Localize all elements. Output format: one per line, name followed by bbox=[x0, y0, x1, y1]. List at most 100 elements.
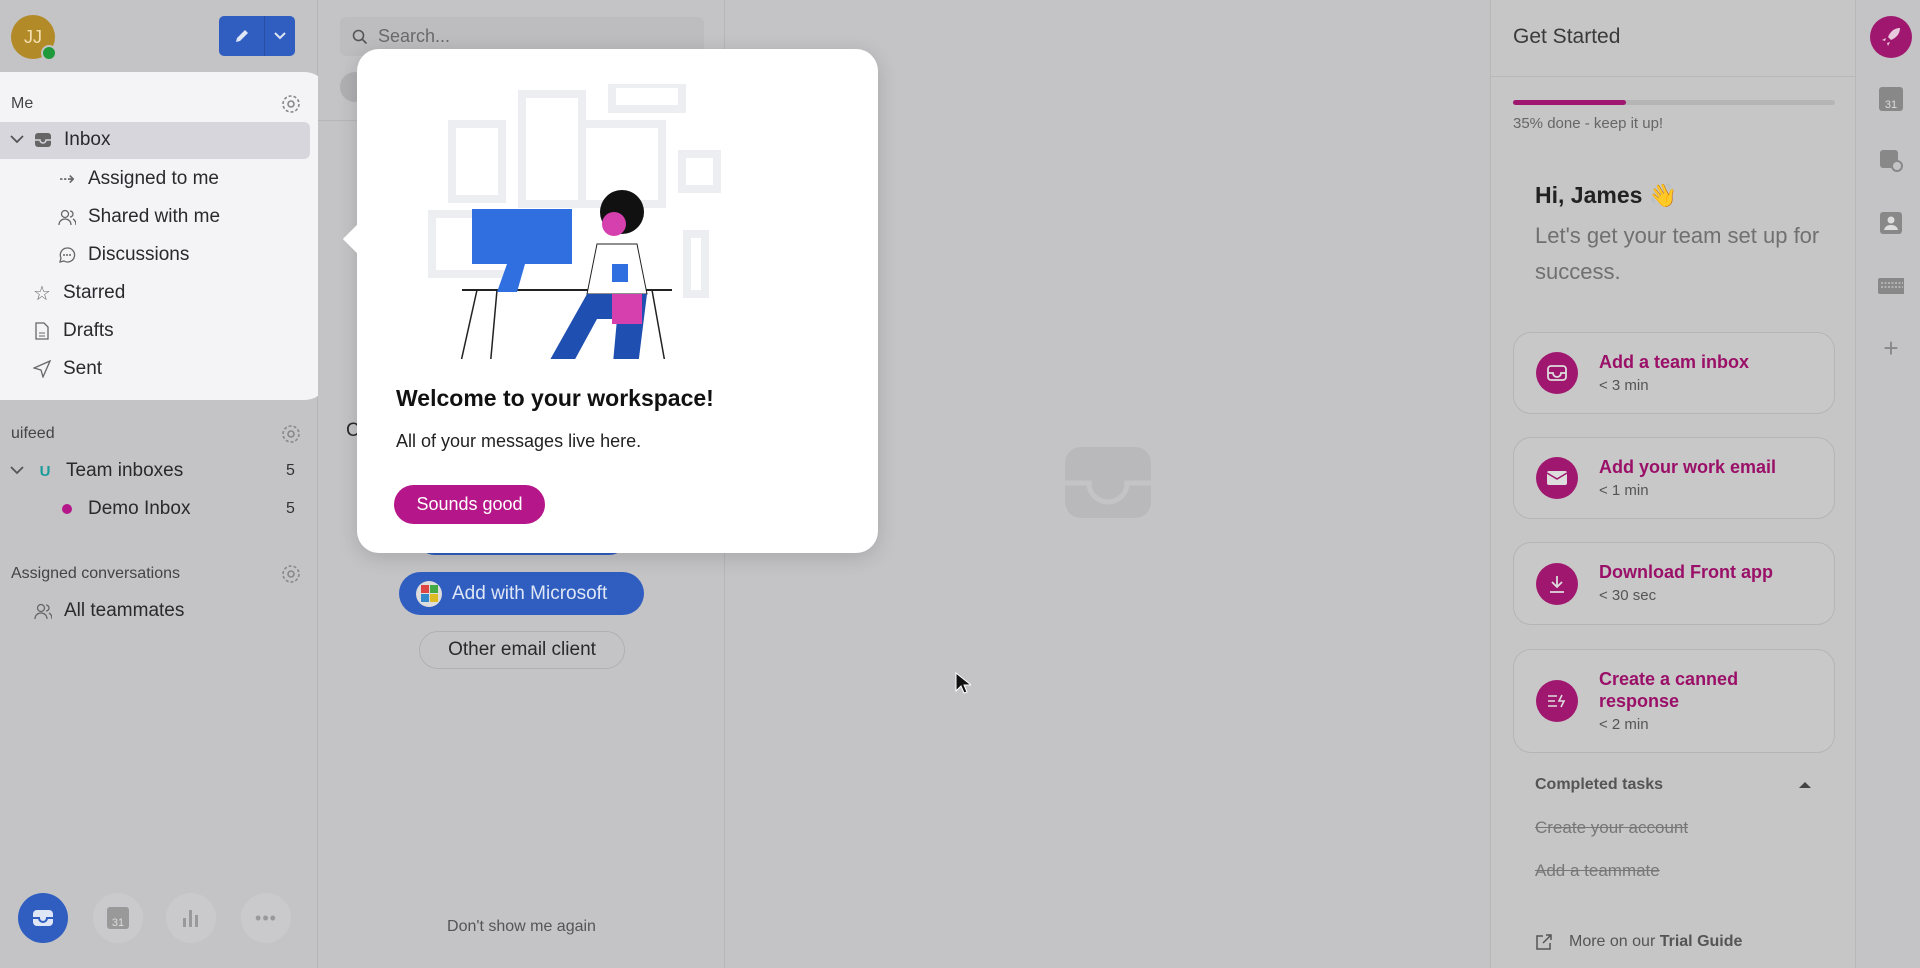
users-icon bbox=[32, 600, 54, 622]
link-text: Trial Guide bbox=[1659, 933, 1743, 950]
external-link-icon bbox=[1536, 934, 1552, 950]
sidebar-item-discussions[interactable]: Discussions bbox=[56, 244, 189, 266]
progress-text: 35% done - keep it up! bbox=[1513, 115, 1664, 132]
progress-fill bbox=[1513, 100, 1626, 105]
task-download-app[interactable]: Download Front app < 30 sec bbox=[1513, 542, 1835, 625]
popup-title: Welcome to your workspace! bbox=[396, 385, 714, 411]
task-title: Create a canned response bbox=[1599, 669, 1739, 711]
demo-inbox-count: 5 bbox=[286, 500, 295, 517]
calendar-day: 31 bbox=[107, 907, 129, 929]
sidebar-item-all-teammates[interactable]: All teammates bbox=[32, 600, 184, 622]
greeting: Hi, James 👋 bbox=[1535, 182, 1678, 208]
get-started-panel: Get Started 35% done - keep it up! Hi, J… bbox=[1490, 0, 1856, 968]
keyboard-icon[interactable] bbox=[1878, 274, 1904, 298]
sidebar-item-sent[interactable]: Sent bbox=[31, 358, 102, 380]
scheduled-icon[interactable] bbox=[1878, 148, 1904, 172]
calendar-icon[interactable]: 31 bbox=[1878, 87, 1904, 111]
online-status-dot bbox=[41, 45, 57, 61]
compose-button[interactable] bbox=[219, 16, 295, 56]
team-inboxes-count: 5 bbox=[286, 462, 295, 479]
sidebar-item-demo-inbox[interactable]: Demo Inbox bbox=[62, 498, 190, 520]
gear-icon[interactable] bbox=[279, 92, 303, 116]
task-canned-response[interactable]: Create a canned response < 2 min bbox=[1513, 649, 1835, 753]
completed-task: Add a teammate bbox=[1535, 861, 1660, 880]
task-time: < 1 min bbox=[1599, 482, 1649, 499]
inbox-icon bbox=[32, 129, 54, 151]
sidebar-item-inbox[interactable]: Inbox bbox=[10, 129, 110, 151]
users-icon bbox=[56, 206, 78, 228]
panel-title: Get Started bbox=[1513, 25, 1621, 48]
progress-bar bbox=[1513, 100, 1835, 105]
task-title: Add a team inbox bbox=[1599, 352, 1750, 372]
plus-icon[interactable]: + bbox=[1878, 333, 1904, 363]
task-add-work-email[interactable]: Add your work email < 1 min bbox=[1513, 437, 1835, 519]
popup-body: All of your messages live here. bbox=[396, 431, 642, 451]
other-email-client-button[interactable]: Other email client bbox=[419, 631, 625, 669]
pencil-icon[interactable] bbox=[219, 16, 265, 56]
more-icon[interactable]: ••• bbox=[241, 893, 291, 943]
chevron-down-icon[interactable] bbox=[265, 16, 295, 56]
sidebar-item-label: Inbox bbox=[64, 129, 111, 150]
chevron-down-icon[interactable] bbox=[10, 466, 24, 476]
analytics-icon[interactable] bbox=[166, 893, 216, 943]
assign-icon: ⇢ bbox=[59, 168, 75, 190]
task-add-team-inbox[interactable]: Add a team inbox < 3 min bbox=[1513, 332, 1835, 414]
assigned-heading: Assigned conversations bbox=[11, 565, 180, 582]
sidebar-item-label: Drafts bbox=[63, 320, 114, 341]
avatar-initials: JJ bbox=[24, 26, 42, 47]
sidebar-item-label: All teammates bbox=[64, 600, 185, 621]
sidebar-item-label: Starred bbox=[63, 282, 126, 303]
search-placeholder: Search... bbox=[378, 26, 451, 46]
contact-icon[interactable] bbox=[1878, 211, 1904, 235]
document-icon bbox=[31, 320, 53, 342]
rocket-icon[interactable] bbox=[1870, 16, 1912, 58]
sidebar-item-starred[interactable]: ☆ Starred bbox=[31, 282, 126, 305]
sidebar-item-label: Demo Inbox bbox=[88, 498, 191, 519]
inbox-color-dot bbox=[62, 504, 72, 514]
search-icon bbox=[352, 29, 368, 44]
inbox-icon[interactable] bbox=[18, 893, 68, 943]
mail-icon bbox=[1536, 457, 1578, 499]
gear-icon[interactable] bbox=[279, 422, 303, 446]
workspace-heading: uifeed bbox=[11, 425, 55, 442]
team-badge: U bbox=[39, 462, 51, 480]
task-title: Download Front app bbox=[1599, 562, 1773, 582]
sidebar-item-label: Discussions bbox=[88, 244, 190, 265]
empty-inbox-icon bbox=[1065, 447, 1151, 518]
sidebar-item-label: Sent bbox=[63, 358, 103, 379]
sidebar-item-label: Team inboxes bbox=[66, 460, 184, 481]
add-with-microsoft-button[interactable]: Add with Microsoft bbox=[399, 572, 644, 615]
sidebar-item-shared-with-me[interactable]: Shared with me bbox=[56, 206, 220, 228]
gear-icon[interactable] bbox=[279, 562, 303, 586]
greeting-subtitle: Let's get your team set up for success. bbox=[1535, 223, 1820, 284]
me-heading: Me bbox=[11, 95, 34, 112]
sounds-good-button[interactable]: Sounds good bbox=[394, 485, 545, 524]
sidebar-item-team-inboxes[interactable]: U Team inboxes bbox=[10, 460, 183, 482]
chevron-down-icon[interactable] bbox=[10, 135, 24, 145]
task-time: < 30 sec bbox=[1599, 587, 1657, 604]
avatar[interactable]: JJ bbox=[11, 15, 57, 61]
dont-show-again-link[interactable]: Don't show me again bbox=[318, 918, 725, 936]
chat-icon bbox=[56, 244, 78, 266]
workspace-illustration bbox=[428, 84, 721, 359]
button-label: Add with Microsoft bbox=[452, 582, 608, 604]
app-rail: 31 + bbox=[1856, 0, 1920, 968]
inbox-icon bbox=[1536, 352, 1578, 394]
sidebar-item-label: Shared with me bbox=[88, 206, 221, 227]
divider bbox=[1491, 76, 1855, 77]
trial-guide-link[interactable]: More on our Trial Guide bbox=[1535, 933, 1742, 951]
task-title: Add your work email bbox=[1599, 457, 1777, 477]
task-time: < 2 min bbox=[1599, 716, 1649, 733]
mouse-cursor bbox=[955, 672, 971, 694]
sidebar-item-label: Assigned to me bbox=[88, 168, 219, 189]
sidebar-item-assigned-to-me[interactable]: ⇢ Assigned to me bbox=[56, 168, 219, 190]
calendar-icon[interactable]: 31 bbox=[93, 893, 143, 943]
completed-tasks-heading: Completed tasks bbox=[1535, 776, 1664, 793]
task-time: < 3 min bbox=[1599, 377, 1649, 394]
canned-response-icon bbox=[1536, 680, 1578, 722]
link-prefix: More on our bbox=[1569, 933, 1660, 950]
caret-up-icon[interactable] bbox=[1799, 781, 1811, 788]
send-icon bbox=[31, 358, 53, 380]
completed-task: Create your account bbox=[1535, 818, 1689, 837]
sidebar-item-drafts[interactable]: Drafts bbox=[31, 320, 114, 342]
